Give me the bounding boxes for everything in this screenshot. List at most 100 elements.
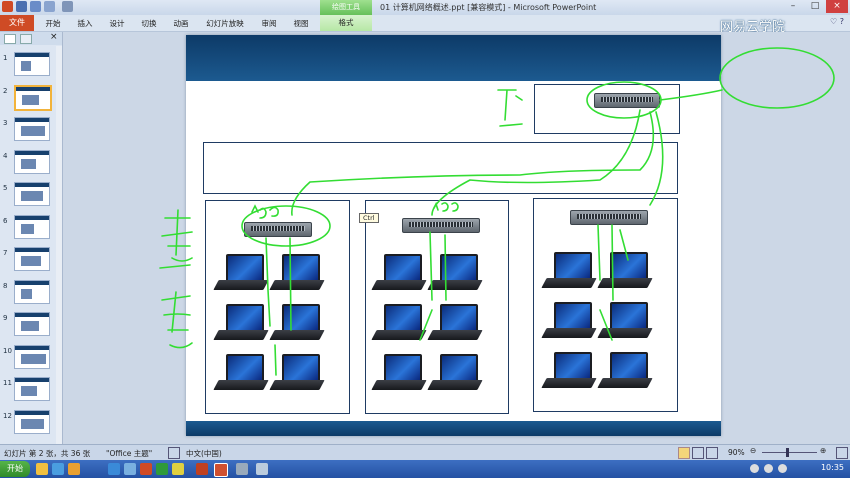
app-taskbar-icon-4[interactable] [156, 463, 168, 475]
taskbar-clock[interactable]: 10:35 [821, 463, 844, 472]
tab-insert[interactable]: 插入 [74, 17, 96, 30]
tray-icon-2[interactable] [764, 464, 773, 473]
thumbnail-number: 6 [3, 216, 8, 225]
laptop-icon[interactable] [541, 302, 597, 342]
undo-icon[interactable] [30, 1, 41, 12]
laptop-icon[interactable] [427, 254, 483, 294]
tab-view[interactable]: 视图 [290, 17, 312, 30]
laptop-icon[interactable] [213, 254, 269, 294]
slide-header-band [186, 35, 721, 81]
laptop-icon[interactable] [371, 254, 427, 294]
slide-thumbnail[interactable] [14, 247, 50, 271]
thumbnail-number: 12 [3, 411, 12, 420]
start-button[interactable]: 开始 [0, 461, 30, 477]
slide-thumbnail[interactable] [14, 52, 50, 76]
aggregation-box[interactable] [203, 142, 678, 194]
slides-tab-icon[interactable] [4, 34, 16, 44]
core-switch[interactable] [594, 93, 660, 108]
core-box[interactable] [534, 84, 680, 134]
app-taskbar-icon-1[interactable] [108, 463, 120, 475]
slide-thumbnail[interactable] [14, 312, 50, 336]
slide-thumbnail[interactable] [14, 117, 50, 141]
slide-thumbnail[interactable] [14, 214, 50, 239]
tab-transitions[interactable]: 切换 [138, 17, 160, 30]
laptop-icon[interactable] [427, 304, 483, 344]
app-taskbar-icon-3[interactable] [140, 463, 152, 475]
help-icon[interactable]: ♡ ? [830, 17, 844, 26]
laptop-icon[interactable] [541, 252, 597, 292]
zoom-out-icon[interactable]: ⊖ [750, 446, 756, 455]
zoom-slider-thumb[interactable] [786, 448, 789, 457]
powerpoint-taskbar-icon[interactable] [214, 463, 228, 477]
laptop-icon[interactable] [597, 302, 653, 342]
app-taskbar-icon-5[interactable] [196, 463, 208, 475]
language-status[interactable]: 中文(中国) [186, 448, 222, 459]
laptop-icon[interactable] [597, 252, 653, 292]
thumbnail-number: 7 [3, 249, 8, 257]
sorter-view-icon[interactable] [692, 447, 704, 459]
system-tray[interactable] [750, 463, 800, 475]
close-pane-icon[interactable]: × [50, 32, 58, 42]
zoom-in-icon[interactable]: ⊕ [820, 446, 826, 455]
tray-icon-1[interactable] [750, 464, 759, 473]
title-bar: 绘图工具 01 计算机网络概述.ppt [兼容模式] - Microsoft P… [0, 0, 850, 15]
status-bar: 幻灯片 第 2 张，共 36 张 "Office 主题" 中文(中国) 90% … [0, 444, 850, 461]
access-switch-1[interactable] [244, 222, 312, 237]
thumbnail-number: 5 [3, 184, 8, 192]
slide-thumbnail[interactable] [14, 377, 50, 401]
tab-review[interactable]: 审阅 [258, 17, 280, 30]
laptop-icon[interactable] [427, 354, 483, 394]
laptop-icon[interactable] [213, 304, 269, 344]
chrome-taskbar-icon[interactable] [172, 463, 184, 475]
laptop-icon[interactable] [597, 352, 653, 392]
slide-thumbnail[interactable] [14, 409, 50, 434]
slide-thumbnail[interactable] [14, 149, 50, 174]
slide-thumbnail[interactable] [14, 182, 50, 206]
slide-thumbnail[interactable] [14, 84, 52, 111]
ctrl-tooltip: Ctrl [359, 213, 379, 223]
tray-icon-3[interactable] [778, 464, 787, 473]
laptop-icon[interactable] [269, 254, 325, 294]
app-taskbar-icon-2[interactable] [124, 463, 136, 475]
laptop-icon[interactable] [269, 354, 325, 394]
redo-icon[interactable] [44, 1, 55, 12]
zoom-level[interactable]: 90% [728, 448, 745, 457]
laptop-icon[interactable] [541, 352, 597, 392]
tab-animations[interactable]: 动画 [170, 17, 192, 30]
ie-taskbar-icon[interactable] [52, 463, 64, 475]
tab-design[interactable]: 设计 [106, 17, 128, 30]
laptop-icon[interactable] [371, 304, 427, 344]
save-icon[interactable] [16, 1, 27, 12]
slide-count-status: 幻灯片 第 2 张，共 36 张 [4, 449, 91, 458]
thumbnail-number: 2 [3, 86, 8, 95]
customize-qat-icon[interactable] [62, 1, 73, 12]
maximize-icon[interactable]: □ [804, 0, 826, 13]
folder-taskbar-icon[interactable] [36, 463, 48, 475]
access-switch-2[interactable] [402, 218, 480, 233]
app-taskbar-icon-7[interactable] [256, 463, 268, 475]
tab-home[interactable]: 开始 [42, 17, 64, 30]
spellcheck-icon[interactable] [168, 447, 180, 459]
app-taskbar-icon-6[interactable] [236, 463, 248, 475]
theme-status[interactable]: "Office 主题" [106, 448, 152, 459]
laptop-icon[interactable] [371, 354, 427, 394]
tab-slideshow[interactable]: 幻灯片放映 [202, 17, 248, 30]
explorer-taskbar-icon[interactable] [68, 463, 80, 475]
slide-thumbnail[interactable] [14, 279, 50, 304]
close-icon[interactable]: × [826, 0, 848, 13]
tab-file[interactable]: 文件 [0, 15, 34, 31]
outline-tab-icon[interactable] [20, 34, 32, 44]
laptop-icon[interactable] [269, 304, 325, 344]
reading-view-icon[interactable] [706, 447, 718, 459]
access-switch-3[interactable] [570, 210, 648, 225]
powerpoint-logo-icon [2, 1, 13, 12]
fit-window-icon[interactable] [836, 447, 848, 459]
tab-format[interactable]: 格式 [320, 15, 372, 31]
laptop-icon[interactable] [213, 354, 269, 394]
slide-thumbnail[interactable] [14, 344, 50, 369]
zoom-slider[interactable] [762, 452, 817, 453]
pane-scrollbar[interactable] [56, 46, 62, 444]
thumbnail-number: 10 [3, 346, 12, 355]
normal-view-icon[interactable] [678, 447, 690, 459]
minimize-icon[interactable]: – [782, 0, 804, 13]
